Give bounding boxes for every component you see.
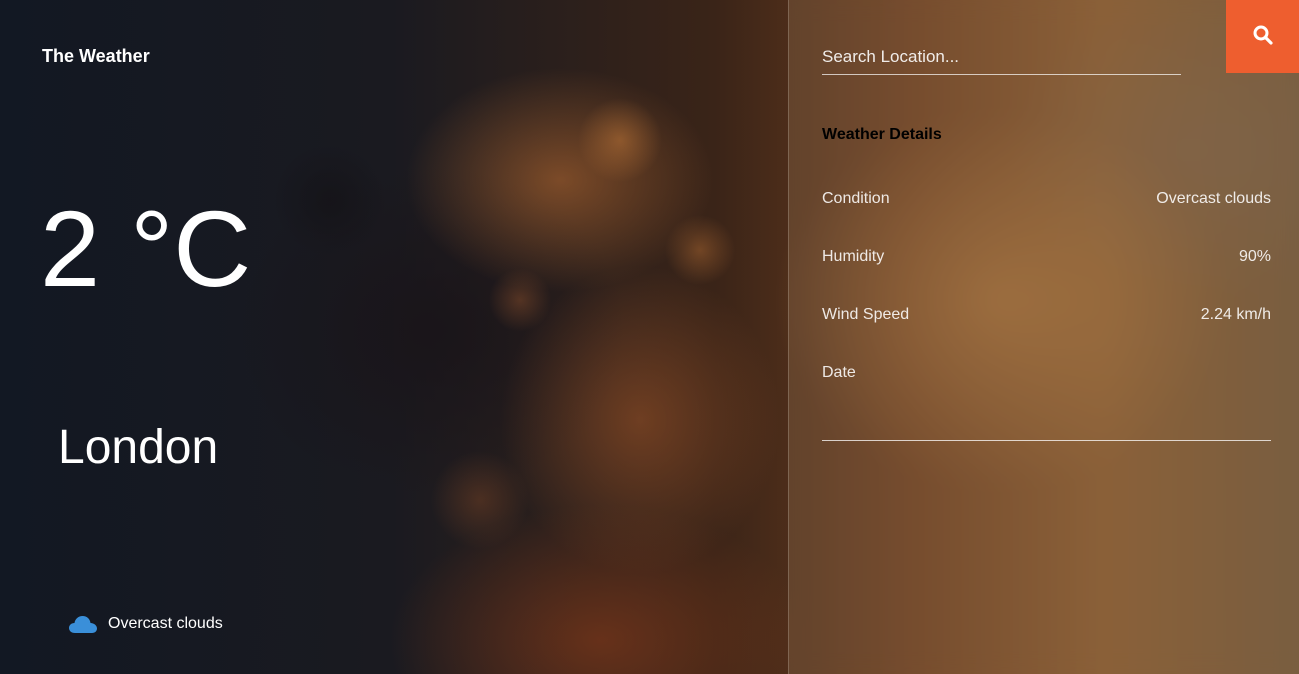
detail-label: Date xyxy=(822,364,856,381)
detail-value: Overcast clouds xyxy=(1156,190,1271,207)
details-divider xyxy=(822,440,1271,441)
detail-row-date: Date xyxy=(822,364,1271,422)
search-input[interactable] xyxy=(822,40,1181,75)
details-list: Condition Overcast clouds Humidity 90% W… xyxy=(822,190,1271,422)
cloud-icon xyxy=(68,614,98,634)
detail-label: Humidity xyxy=(822,248,885,265)
detail-value: 90% xyxy=(1238,248,1271,265)
search-button[interactable] xyxy=(1226,0,1299,73)
city-name: London xyxy=(58,421,219,474)
detail-label: Condition xyxy=(822,190,890,207)
detail-row-wind-speed: Wind Speed 2.24 km/h xyxy=(822,306,1271,364)
brand-title: The Weather xyxy=(42,46,150,66)
detail-value: 2.24 km/h xyxy=(1200,306,1271,323)
detail-row-condition: Condition Overcast clouds xyxy=(822,190,1271,248)
weather-app: The Weather 2 °C London Overcast clouds … xyxy=(0,0,1299,674)
condition-label: Overcast clouds xyxy=(108,615,223,632)
search-icon xyxy=(1253,25,1273,48)
detail-row-humidity: Humidity 90% xyxy=(822,248,1271,306)
detail-label: Wind Speed xyxy=(822,306,910,323)
current-condition: Overcast clouds xyxy=(68,614,223,634)
details-heading: Weather Details xyxy=(822,126,942,143)
temperature-display: 2 °C xyxy=(40,188,252,309)
details-panel: Weather Details Condition Overcast cloud… xyxy=(788,0,1299,674)
